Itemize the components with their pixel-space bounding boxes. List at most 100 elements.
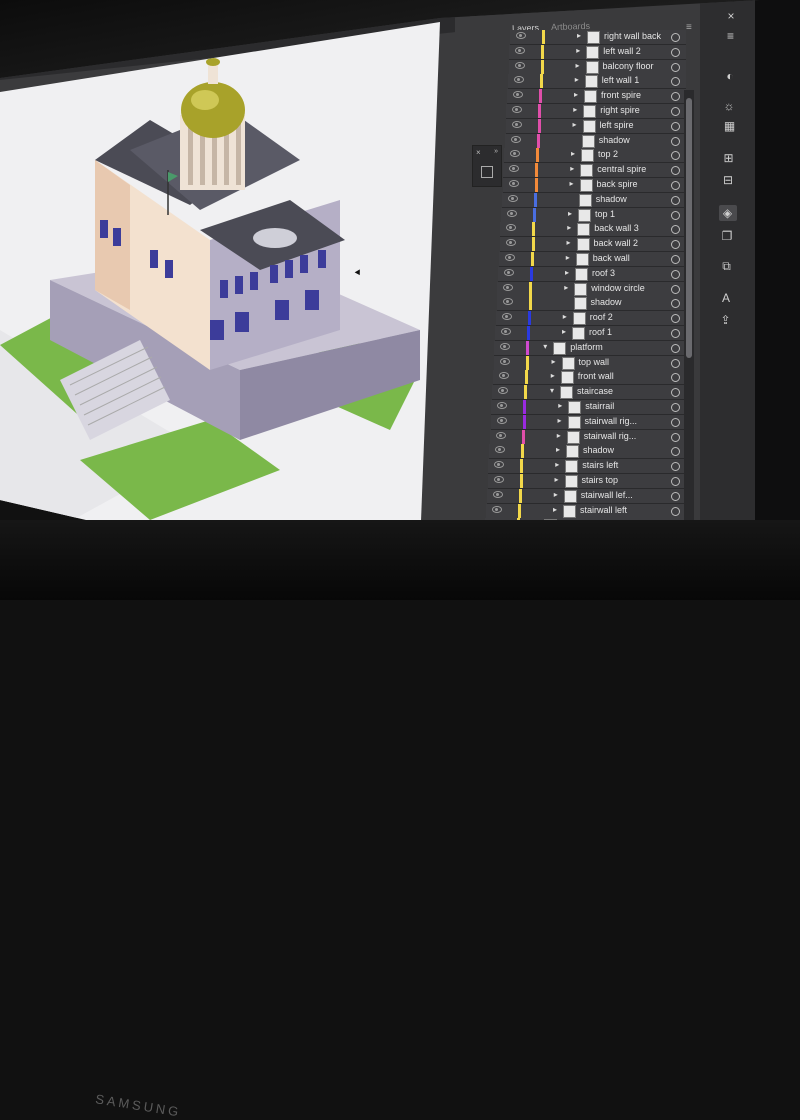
layer-name[interactable]: shadow [591,297,622,307]
layer-row[interactable]: ▸ roof 2 [495,311,686,327]
visibility-eye-icon[interactable] [501,328,511,335]
layer-row[interactable]: shadow [496,296,686,312]
layer-row[interactable]: ▸ back wall 3 [500,222,686,238]
layer-name[interactable]: stairwall rig... [584,431,637,441]
layer-row[interactable]: ▸ top 2 [504,148,686,164]
layer-name[interactable]: stairs top [582,475,619,485]
layer-name[interactable]: back wall 2 [594,238,639,248]
align-icon[interactable]: ⊟ [719,172,737,188]
visibility-eye-icon[interactable] [498,372,509,380]
layer-row[interactable]: ▾ platform [494,340,686,356]
target-circle-icon[interactable] [671,314,680,324]
target-circle-icon[interactable] [671,373,680,383]
target-circle-icon[interactable] [671,47,680,57]
layer-row[interactable]: ▸ stairwall rig... [490,414,686,430]
sun-icon[interactable]: ☼ [720,98,738,114]
layer-row[interactable]: ▸ stairs top [487,474,686,489]
close-panel-icon[interactable]: × [722,8,740,24]
collapse-arrow-icon[interactable]: ▾ [543,342,547,351]
target-circle-icon[interactable] [671,329,680,338]
target-circle-icon[interactable] [671,225,680,235]
visibility-eye-icon[interactable] [509,165,520,173]
expand-arrow-icon[interactable]: ▸ [565,268,569,277]
layer-name[interactable]: roof 3 [592,268,615,278]
target-circle-icon[interactable] [671,136,680,146]
target-circle-icon[interactable] [671,299,680,309]
layer-row[interactable]: ▸ stairrail [491,400,686,415]
target-circle-icon[interactable] [671,403,680,412]
visibility-eye-icon[interactable] [513,76,524,84]
layer-row[interactable]: ▸ back wall 2 [499,237,686,253]
target-circle-icon[interactable] [671,107,680,116]
layer-name[interactable]: top 2 [598,149,618,159]
expand-arrow-icon[interactable]: ▸ [566,253,570,262]
expand-arrow-icon[interactable]: ▸ [574,90,578,99]
visibility-eye-icon[interactable] [507,194,518,202]
panel-icon[interactable] [481,166,493,178]
visibility-eye-icon[interactable] [493,476,504,483]
layer-row[interactable]: ▸ top wall [493,355,686,371]
expand-arrow-icon[interactable]: ▸ [553,505,557,514]
target-circle-icon[interactable] [671,77,680,87]
visibility-eye-icon[interactable] [506,224,517,232]
target-circle-icon[interactable] [671,181,680,190]
layers-icon[interactable]: ◈ [718,205,737,221]
collapse-arrow-icon[interactable]: ▾ [550,386,554,395]
visibility-eye-icon[interactable] [498,387,508,395]
layer-name[interactable]: central spire [597,164,646,174]
expand-arrow-icon[interactable]: ▸ [571,149,575,158]
visibility-eye-icon[interactable] [507,209,517,217]
layer-name[interactable]: stairs left [582,460,618,470]
expand-arrow-icon[interactable]: ▸ [567,223,571,232]
expand-arrow-icon[interactable]: ▸ [562,327,566,336]
expand-icon[interactable]: » [494,148,498,155]
layer-row[interactable]: ▸ stairs left [488,459,686,475]
target-circle-icon[interactable] [671,417,680,427]
layer-name[interactable]: right wall back [604,31,661,41]
layer-row[interactable]: ▸ left wall 2 [509,44,686,60]
target-circle-icon[interactable] [671,255,680,264]
target-circle-icon[interactable] [671,388,680,398]
layer-row[interactable]: ▸ stairwall lef... [486,488,686,504]
target-circle-icon[interactable] [671,195,680,205]
visibility-eye-icon[interactable] [495,446,505,454]
layer-row[interactable]: ▸ central spire [503,163,686,179]
expand-arrow-icon[interactable]: ▸ [577,31,581,40]
visibility-eye-icon[interactable] [510,150,520,158]
close-icon[interactable]: × [476,148,481,157]
target-circle-icon[interactable] [671,432,680,442]
layer-name[interactable]: roof 2 [590,312,613,322]
expand-arrow-icon[interactable]: ▸ [551,371,555,380]
visibility-eye-icon[interactable] [516,32,526,39]
layer-row[interactable]: ▸ window circle [497,281,686,297]
visibility-eye-icon[interactable] [512,106,523,113]
visibility-eye-icon[interactable] [499,357,510,365]
target-circle-icon[interactable] [671,477,680,486]
expand-arrow-icon[interactable]: ▸ [554,490,558,499]
layer-row[interactable]: ▸ front wall [492,370,686,386]
layer-name[interactable]: back spire [597,179,638,189]
layer-name[interactable]: left wall 2 [603,46,641,56]
target-circle-icon[interactable] [671,447,680,457]
target-circle-icon[interactable] [671,284,680,294]
layer-row[interactable]: ▸ stairwall left [486,503,686,519]
visibility-eye-icon[interactable] [514,61,525,69]
visibility-eye-icon[interactable] [508,180,519,187]
visibility-eye-icon[interactable] [510,135,521,143]
visibility-eye-icon[interactable] [511,120,522,128]
export-icon[interactable]: ⇪ [717,312,735,328]
layer-name[interactable]: staircase [577,386,613,396]
layer-name[interactable]: front wall [578,371,614,381]
layer-name[interactable]: top wall [579,357,610,367]
panel-menu-icon[interactable]: ≡ [686,22,692,33]
layer-row[interactable]: ▸ top 1 [501,207,686,223]
visibility-eye-icon[interactable] [504,254,515,261]
expand-arrow-icon[interactable]: ▸ [567,238,571,247]
expand-arrow-icon[interactable]: ▸ [563,312,567,321]
layer-name[interactable]: balcony floor [603,61,654,71]
layer-row[interactable]: ▸ balcony floor [508,59,686,75]
scrollbar-thumb[interactable] [686,98,692,358]
target-circle-icon[interactable] [671,92,680,102]
artboard-canvas[interactable] [0,22,440,600]
layer-name[interactable]: shadow [599,135,630,145]
